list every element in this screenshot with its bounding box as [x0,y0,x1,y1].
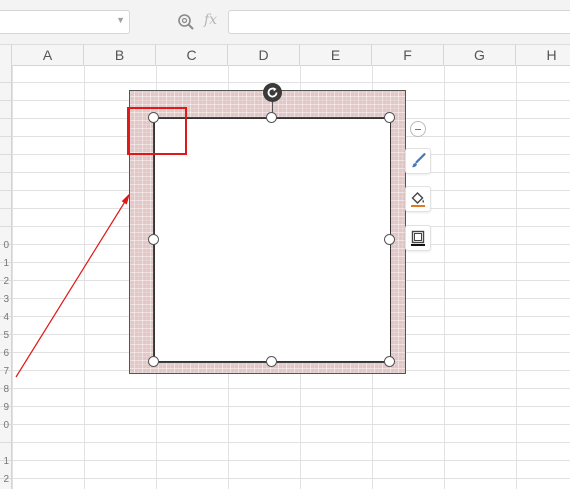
spreadsheet-window: ▼ fx A B C D E F G H 0 1 2 3 4 5 6 7 8 9… [0,0,570,489]
annotation-arrow [15,193,130,378]
